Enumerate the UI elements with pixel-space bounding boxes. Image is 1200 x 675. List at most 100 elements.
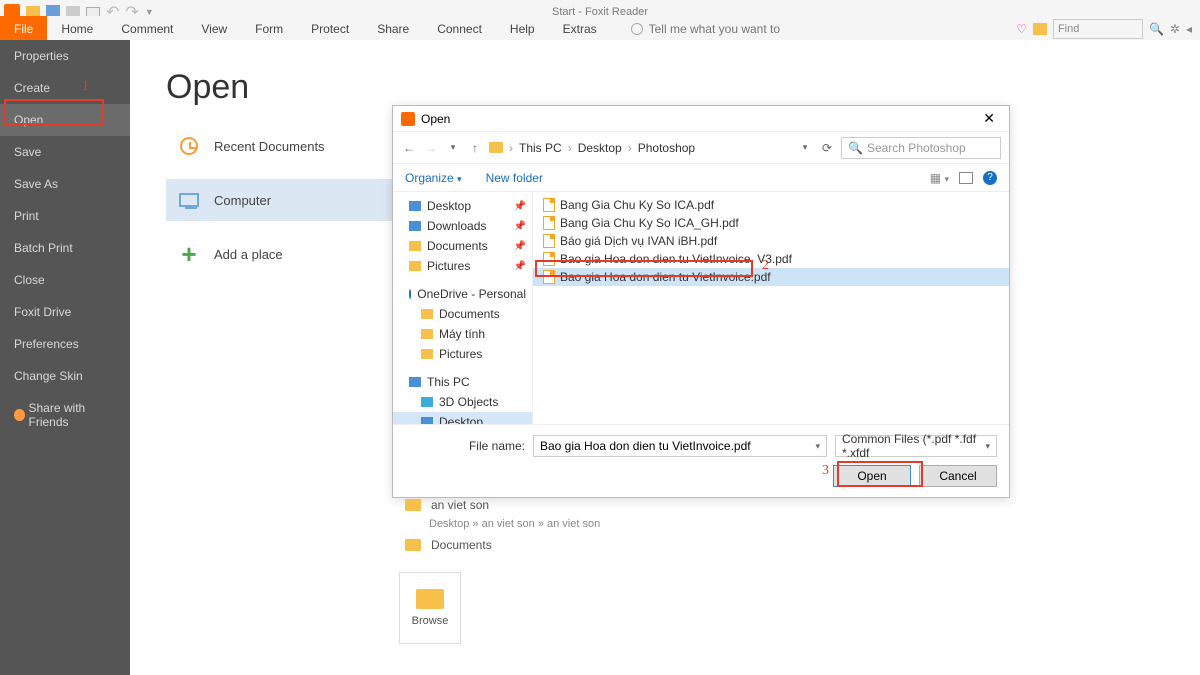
- dialog-footer: File name: Bao gia Hoa don dien tu VietI…: [393, 424, 1009, 497]
- folder-icon: [421, 309, 433, 319]
- chevron-left-icon[interactable]: ◂: [1186, 22, 1192, 36]
- browse-button[interactable]: Browse: [399, 572, 461, 644]
- clock-icon: [180, 137, 198, 155]
- download-icon: [409, 221, 421, 231]
- file-type-dropdown[interactable]: Common Files (*.pdf *.fdf *.xfdf▾: [835, 435, 997, 457]
- file-row[interactable]: Bao gia Hoa don dien tu VietInvoice. V3.…: [533, 250, 1009, 268]
- view-mode-icon[interactable]: ▦ ▾: [930, 171, 949, 185]
- dialog-titlebar: Open ✕: [393, 106, 1009, 132]
- folder-icon: [421, 329, 433, 339]
- breadcrumb[interactable]: › This PC › Desktop › Photoshop: [489, 141, 791, 155]
- open-button[interactable]: Open: [833, 465, 911, 487]
- tab-comment[interactable]: Comment: [107, 16, 187, 41]
- page-title: Open: [166, 68, 1164, 107]
- backstage-properties[interactable]: Properties: [0, 40, 130, 72]
- dialog-title: Open: [421, 112, 450, 126]
- file-name-input[interactable]: Bao gia Hoa don dien tu VietInvoice.pdf▾: [533, 435, 827, 457]
- dialog-tree: Desktop📌Downloads📌Documents📌Pictures📌One…: [393, 192, 533, 424]
- nav-back-icon[interactable]: ←: [401, 141, 417, 155]
- nav-dropdown-icon[interactable]: ▾: [445, 142, 461, 153]
- backstage-foxit-drive[interactable]: Foxit Drive: [0, 296, 130, 328]
- file-row[interactable]: Báo giá Dịch vụ IVAN iBH.pdf: [533, 232, 1009, 250]
- tree-item[interactable]: Desktop📌: [393, 196, 532, 216]
- pdf-file-icon: [543, 252, 555, 266]
- tab-home[interactable]: Home: [47, 16, 107, 41]
- movie-icon[interactable]: [1033, 23, 1047, 35]
- tell-me-search[interactable]: [631, 16, 809, 41]
- find-box[interactable]: Find: [1053, 19, 1143, 39]
- dialog-close-button[interactable]: ✕: [977, 110, 1001, 127]
- bulb-icon: [631, 23, 643, 35]
- recent-folder-row[interactable]: an viet son: [405, 498, 600, 512]
- backstage-save[interactable]: Save: [0, 136, 130, 168]
- refresh-icon[interactable]: ⟳: [819, 141, 835, 155]
- cancel-button[interactable]: Cancel: [919, 465, 997, 487]
- nav-forward-icon[interactable]: →: [423, 141, 439, 155]
- tab-help[interactable]: Help: [496, 16, 549, 41]
- recent-folders: an viet son Desktop » an viet son » an v…: [405, 498, 600, 558]
- tab-connect[interactable]: Connect: [423, 16, 496, 41]
- tree-item[interactable]: Documents: [393, 304, 532, 324]
- dialog-search-box[interactable]: 🔍Search Photoshop: [841, 137, 1001, 159]
- tab-extras[interactable]: Extras: [549, 16, 611, 41]
- tree-item[interactable]: Máy tính: [393, 324, 532, 344]
- file-row[interactable]: Bang Gia Chu Ky So ICA_GH.pdf: [533, 214, 1009, 232]
- backstage-change-skin[interactable]: Change Skin: [0, 360, 130, 392]
- backstage-open[interactable]: Open: [0, 104, 130, 136]
- pdf-file-icon: [543, 216, 555, 230]
- thispc-icon: [409, 377, 421, 387]
- obj3d-icon: [421, 397, 433, 407]
- option-computer[interactable]: Computer: [166, 179, 406, 221]
- tab-form[interactable]: Form: [241, 16, 297, 41]
- preview-pane-icon[interactable]: [959, 172, 973, 184]
- tree-item[interactable]: Desktop: [393, 412, 532, 424]
- tab-file[interactable]: File: [0, 16, 47, 41]
- backstage-share-friends[interactable]: Share with Friends: [0, 392, 130, 438]
- folder-icon: [489, 142, 503, 153]
- recent-folder-row[interactable]: Documents: [405, 538, 600, 552]
- tab-protect[interactable]: Protect: [297, 16, 363, 41]
- pin-icon: 📌: [514, 261, 526, 272]
- backstage-save-as[interactable]: Save As: [0, 168, 130, 200]
- heart-icon[interactable]: ♡: [1016, 22, 1027, 36]
- tree-item[interactable]: Pictures📌: [393, 256, 532, 276]
- onedrive-icon: [409, 289, 411, 299]
- tell-me-input[interactable]: [649, 22, 809, 36]
- new-folder-button[interactable]: New folder: [486, 171, 543, 185]
- settings-icon[interactable]: ✲: [1170, 22, 1180, 36]
- tab-share[interactable]: Share: [363, 16, 423, 41]
- tree-item[interactable]: Documents📌: [393, 236, 532, 256]
- search-icon[interactable]: 🔍: [1149, 22, 1164, 36]
- pin-icon: 📌: [514, 241, 526, 252]
- breadcrumb-dropdown-icon[interactable]: ▾: [797, 142, 813, 153]
- file-name-label: File name:: [405, 439, 525, 453]
- file-row[interactable]: Bang Gia Chu Ky So ICA.pdf: [533, 196, 1009, 214]
- file-row[interactable]: Bao gia Hoa don dien tu VietInvoice.pdf: [533, 268, 1009, 286]
- backstage-preferences[interactable]: Preferences: [0, 328, 130, 360]
- tree-item[interactable]: This PC: [393, 372, 532, 392]
- pdf-file-icon: [543, 198, 555, 212]
- pin-icon: 📌: [514, 221, 526, 232]
- option-recent-documents[interactable]: Recent Documents: [166, 125, 406, 167]
- option-add-place[interactable]: + Add a place: [166, 233, 406, 275]
- pdf-file-icon: [543, 270, 555, 284]
- dialog-nav-bar: ← → ▾ ↑ › This PC › Desktop › Photoshop …: [393, 132, 1009, 164]
- dialog-file-list: Bang Gia Chu Ky So ICA.pdfBang Gia Chu K…: [533, 192, 1009, 424]
- organize-button[interactable]: Organize ▾: [405, 171, 462, 185]
- folder-icon: [405, 539, 421, 551]
- tree-item[interactable]: OneDrive - Personal: [393, 284, 532, 304]
- tree-item[interactable]: Pictures: [393, 344, 532, 364]
- backstage-print[interactable]: Print: [0, 200, 130, 232]
- tree-item[interactable]: 3D Objects: [393, 392, 532, 412]
- help-icon[interactable]: ?: [983, 171, 997, 185]
- tab-view[interactable]: View: [187, 16, 241, 41]
- computer-icon: [179, 193, 199, 207]
- ribbon-tabs: File Home Comment View Form Protect Shar…: [0, 16, 1200, 42]
- backstage-close[interactable]: Close: [0, 264, 130, 296]
- backstage-create[interactable]: Create: [0, 72, 130, 104]
- nav-up-icon[interactable]: ↑: [467, 141, 483, 155]
- folder-icon: [405, 499, 421, 511]
- tree-item[interactable]: Downloads📌: [393, 216, 532, 236]
- backstage-batch-print[interactable]: Batch Print: [0, 232, 130, 264]
- pdf-file-icon: [543, 234, 555, 248]
